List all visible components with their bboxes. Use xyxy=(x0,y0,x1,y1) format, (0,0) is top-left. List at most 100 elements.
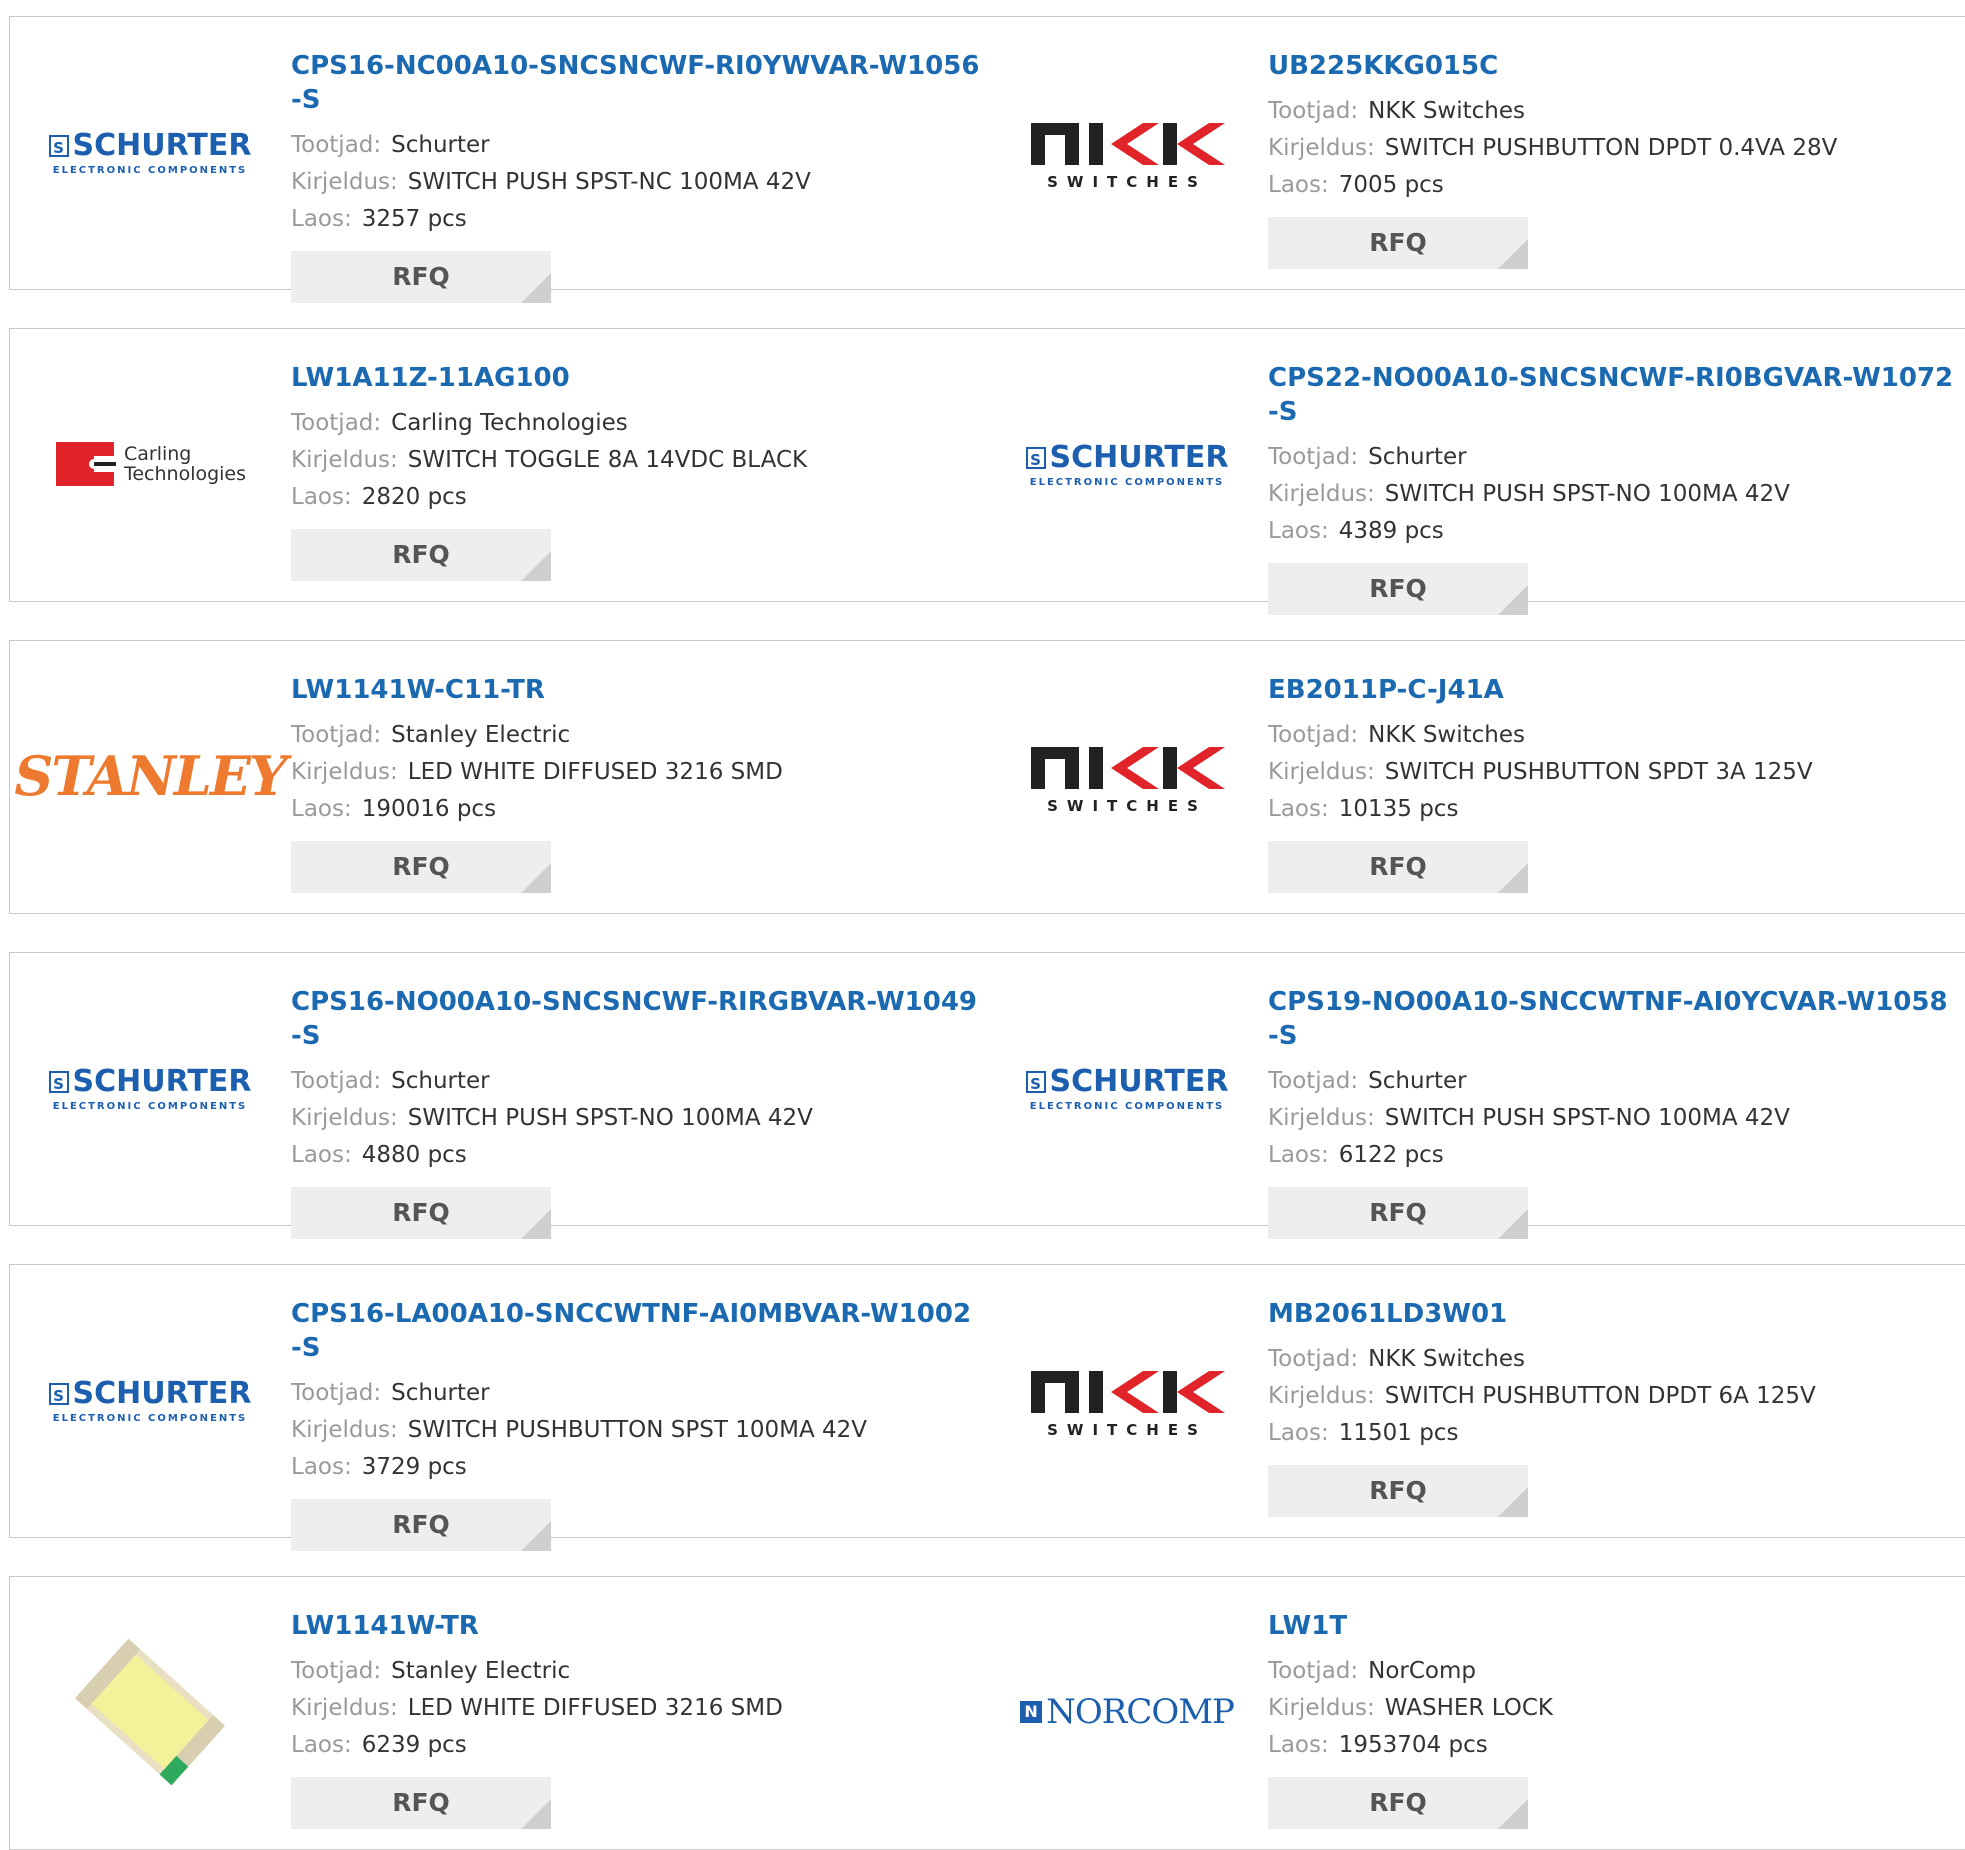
carling-mark-icon xyxy=(55,442,116,486)
manufacturer-label: Tootjad: xyxy=(291,722,382,748)
corner-triangle-icon xyxy=(1498,1209,1528,1239)
manufacturer-logo: SWITCHES xyxy=(1022,681,1232,871)
product-info: CPS16-NO00A10-SNCSNCWF-RIRGBVAR-W1049-S T… xyxy=(291,985,981,1239)
stock-label: Laos: xyxy=(1268,518,1329,544)
part-number-link[interactable]: CPS19-NO00A10-SNCCWTNF-AI0YCVAR-W1058-S xyxy=(1268,985,1958,1053)
manufacturer-line: Tootjad: Carling Technologies xyxy=(291,405,981,442)
description-value: WASHER LOCK xyxy=(1384,1695,1553,1721)
rfq-button[interactable]: RFQ xyxy=(291,1187,551,1239)
stock-label: Laos: xyxy=(291,484,352,510)
manufacturer-label: Tootjad: xyxy=(291,1068,382,1094)
manufacturer-label: Tootjad: xyxy=(1268,722,1359,748)
description-line: Kirjeldus: SWITCH PUSH SPST-NO 100MA 42V xyxy=(1268,1100,1958,1137)
description-value: LED WHITE DIFFUSED 3216 SMD xyxy=(407,759,783,785)
rfq-label: RFQ xyxy=(392,262,450,291)
description-line: Kirjeldus: SWITCH PUSH SPST-NC 100MA 42V xyxy=(291,164,981,201)
part-number-link[interactable]: LW1A11Z-11AG100 xyxy=(291,361,981,395)
product-row: STANLEY LW1141W-C11-TR Tootjad: Stanley Ele… xyxy=(9,640,1965,914)
stock-label: Laos: xyxy=(1268,796,1329,822)
description-label: Kirjeldus: xyxy=(291,1105,398,1131)
manufacturer-value: Schurter xyxy=(1368,1068,1467,1094)
stock-value: 4389 pcs xyxy=(1338,518,1444,544)
manufacturer-logo: STANLEY xyxy=(14,681,287,871)
stock-line: Laos: 11501 pcs xyxy=(1268,1415,1958,1452)
description-value: SWITCH TOGGLE 8A 14VDC BLACK xyxy=(407,447,808,473)
norcomp-n-icon: N xyxy=(1020,1701,1043,1723)
rfq-button[interactable]: RFQ xyxy=(1268,1187,1528,1239)
norcomp-logo: N NORCOMP xyxy=(1020,1692,1235,1732)
stock-value: 10135 pcs xyxy=(1338,796,1459,822)
rfq-label: RFQ xyxy=(1369,1198,1427,1227)
nkk-logo: SWITCHES xyxy=(1027,1361,1227,1439)
rfq-button[interactable]: RFQ xyxy=(1268,1777,1528,1829)
manufacturer-value: Stanley Electric xyxy=(391,722,571,748)
description-label: Kirjeldus: xyxy=(1268,759,1375,785)
description-line: Kirjeldus: LED WHITE DIFFUSED 3216 SMD xyxy=(291,1690,981,1727)
manufacturer-logo: SWITCHES xyxy=(1022,57,1232,247)
manufacturer-value: Schurter xyxy=(1368,444,1467,470)
rfq-button[interactable]: RFQ xyxy=(291,1499,551,1551)
stock-label: Laos: xyxy=(291,796,352,822)
product-info: LW1141W-TR Tootjad: Stanley Electric Kirjel… xyxy=(291,1609,981,1829)
part-number-link[interactable]: LW1141W-TR xyxy=(291,1609,981,1643)
description-line: Kirjeldus: SWITCH PUSHBUTTON DPDT 0.4VA 2… xyxy=(1268,130,1958,167)
part-number-link[interactable]: CPS16-LA00A10-SNCCWTNF-AI0MBVAR-W1002-S xyxy=(291,1297,981,1365)
rfq-label: RFQ xyxy=(1369,1476,1427,1505)
stock-line: Laos: 6122 pcs xyxy=(1268,1137,1958,1174)
stock-line: Laos: 3257 pcs xyxy=(291,201,981,238)
corner-triangle-icon xyxy=(521,551,551,581)
product-info: LW1T Tootjad: NorComp Kirjeldus: WASHER LOCK… xyxy=(1268,1609,1958,1829)
stock-line: Laos: 7005 pcs xyxy=(1268,167,1958,204)
manufacturer-logo: S SCHURTER ELECTRONIC COMPONENTS xyxy=(1022,369,1232,559)
part-number-link[interactable]: EB2011P-C-J41A xyxy=(1268,673,1958,707)
stock-label: Laos: xyxy=(291,1142,352,1168)
corner-triangle-icon xyxy=(1498,1487,1528,1517)
manufacturer-logo: SWITCHES xyxy=(1022,1305,1232,1495)
schurter-s-icon: S xyxy=(48,1382,69,1405)
product-card: Carling Technologies LW1A11Z-11AG100 Tootja… xyxy=(9,328,988,602)
description-line: Kirjeldus: WASHER LOCK xyxy=(1268,1690,1958,1727)
description-label: Kirjeldus: xyxy=(1268,135,1375,161)
manufacturer-value: Stanley Electric xyxy=(391,1658,571,1684)
stock-line: Laos: 6239 pcs xyxy=(291,1727,981,1764)
stock-line: Laos: 4880 pcs xyxy=(291,1137,981,1174)
corner-triangle-icon xyxy=(521,863,551,893)
part-number-link[interactable]: LW1141W-C11-TR xyxy=(291,673,981,707)
rfq-button[interactable]: RFQ xyxy=(1268,217,1528,269)
description-value: SWITCH PUSH SPST-NO 100MA 42V xyxy=(407,1105,813,1131)
rfq-button[interactable]: RFQ xyxy=(1268,841,1528,893)
rfq-button[interactable]: RFQ xyxy=(291,1777,551,1829)
part-number-link[interactable]: CPS22-NO00A10-SNCSNCWF-RI0BGVAR-W1072-S xyxy=(1268,361,1958,429)
part-number-link[interactable]: MB2061LD3W01 xyxy=(1268,1297,1958,1331)
schurter-s-icon: S xyxy=(48,134,69,157)
product-info: CPS16-NC00A10-SNCSNCWF-RI0YWVAR-W1056-S T… xyxy=(291,49,981,303)
part-number-link[interactable]: UB225KKG015C xyxy=(1268,49,1958,83)
product-card: STANLEY LW1141W-C11-TR Tootjad: Stanley Ele… xyxy=(9,640,988,914)
manufacturer-logo xyxy=(45,1617,255,1807)
rfq-button[interactable]: RFQ xyxy=(291,529,551,581)
product-info: CPS22-NO00A10-SNCSNCWF-RI0BGVAR-W1072-S T… xyxy=(1268,361,1958,615)
product-info: CPS16-LA00A10-SNCCWTNF-AI0MBVAR-W1002-S T… xyxy=(291,1297,981,1551)
product-card: S SCHURTER ELECTRONIC COMPONENTS CPS16-NC00… xyxy=(9,16,988,303)
rfq-button[interactable]: RFQ xyxy=(1268,1465,1528,1517)
manufacturer-value: Carling Technologies xyxy=(391,410,628,436)
manufacturer-value: NKK Switches xyxy=(1368,722,1525,748)
stock-label: Laos: xyxy=(1268,1732,1329,1758)
rfq-button[interactable]: RFQ xyxy=(291,251,551,303)
description-label: Kirjeldus: xyxy=(291,447,398,473)
description-line: Kirjeldus: SWITCH TOGGLE 8A 14VDC BLACK xyxy=(291,442,981,479)
rfq-button[interactable]: RFQ xyxy=(1268,563,1528,615)
description-line: Kirjeldus: SWITCH PUSH SPST-NO 100MA 42V xyxy=(291,1100,981,1137)
stock-value: 2820 pcs xyxy=(361,484,467,510)
product-grid: S SCHURTER ELECTRONIC COMPONENTS CPS16-NC00… xyxy=(0,0,1965,1850)
product-info: CPS19-NO00A10-SNCCWTNF-AI0YCVAR-W1058-S T… xyxy=(1268,985,1958,1239)
part-number-link[interactable]: LW1T xyxy=(1268,1609,1958,1643)
part-number-link[interactable]: CPS16-NC00A10-SNCSNCWF-RI0YWVAR-W1056-S xyxy=(291,49,981,117)
product-card: S SCHURTER ELECTRONIC COMPONENTS CPS22-NO00… xyxy=(987,328,1965,615)
stock-label: Laos: xyxy=(291,1732,352,1758)
product-row: S SCHURTER ELECTRONIC COMPONENTS CPS16-NO00… xyxy=(9,952,1965,1239)
stock-value: 11501 pcs xyxy=(1338,1420,1459,1446)
description-value: SWITCH PUSHBUTTON DPDT 6A 125V xyxy=(1384,1383,1816,1409)
part-number-link[interactable]: CPS16-NO00A10-SNCSNCWF-RIRGBVAR-W1049-S xyxy=(291,985,981,1053)
rfq-button[interactable]: RFQ xyxy=(291,841,551,893)
